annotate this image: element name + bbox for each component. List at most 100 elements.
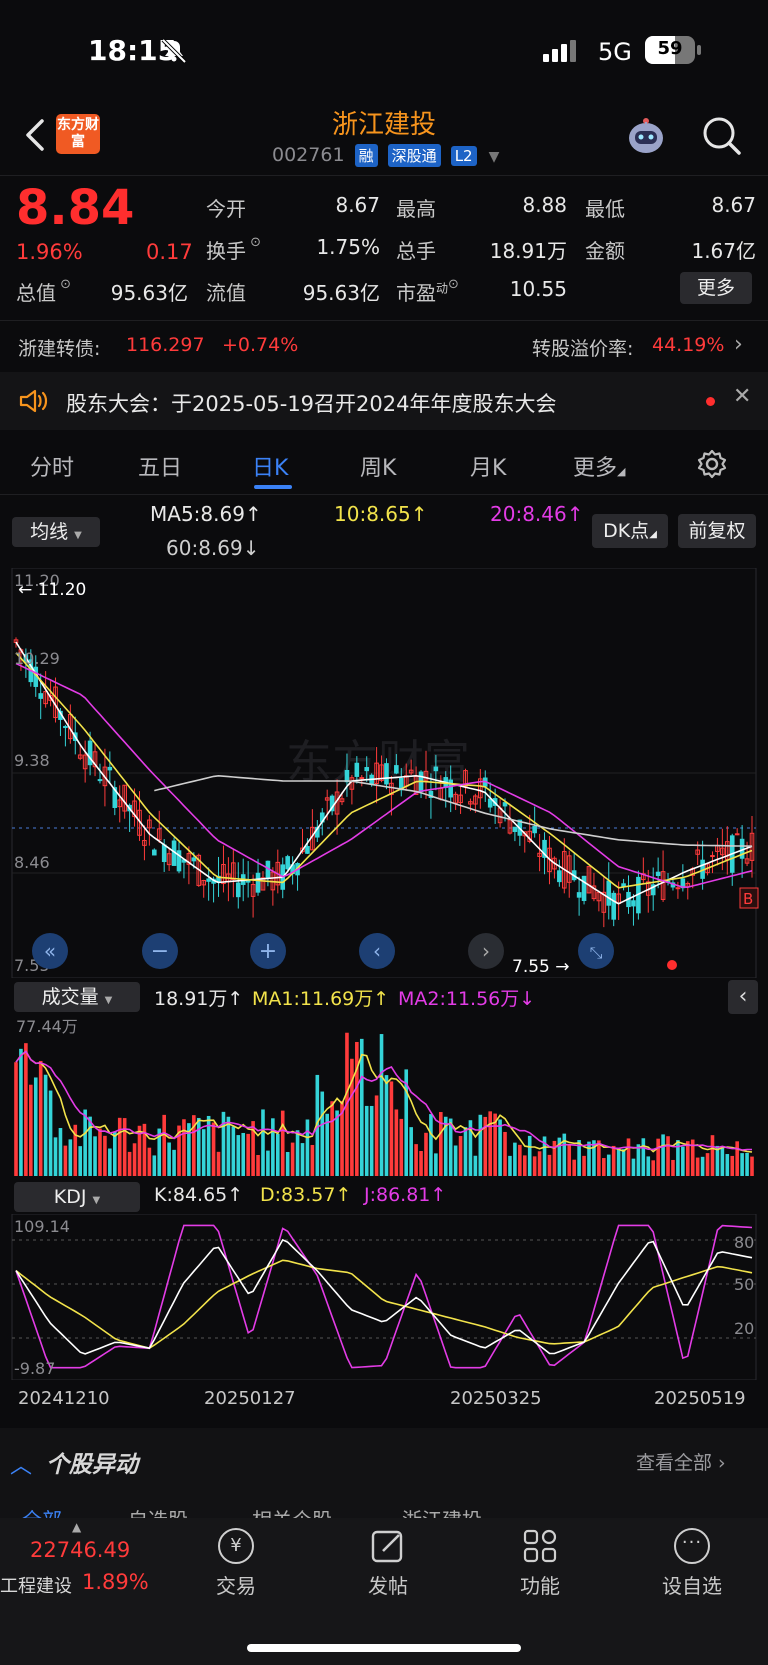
view-all-link[interactable]: 查看全部 › bbox=[636, 1448, 726, 1475]
volume-bar bbox=[666, 1136, 670, 1176]
kline-chart[interactable]: 东方财富 11.20 10.29 9.38 8.46 7.55 ← 11.20 … bbox=[0, 568, 768, 978]
volume-bar bbox=[429, 1114, 433, 1176]
subtab-related[interactable]: 相关个股 bbox=[252, 1504, 332, 1518]
volume-bar bbox=[582, 1155, 586, 1176]
tab-monthly-k[interactable]: 月K bbox=[470, 450, 506, 482]
zoom-in-button[interactable]: + bbox=[250, 933, 286, 969]
volume-bar bbox=[48, 1090, 53, 1176]
low-marker: 7.55 → bbox=[512, 957, 570, 977]
turnover-label[interactable]: 换手 ⊙ bbox=[206, 235, 261, 264]
signal-icon bbox=[543, 40, 579, 62]
tab-five-day[interactable]: 五日 bbox=[138, 450, 182, 482]
index-ticker[interactable]: ▲ 22746.49 工程建设 1.89% bbox=[0, 1518, 150, 1608]
kdj-axis-max: 109.14 bbox=[14, 1217, 70, 1236]
volume-bar bbox=[473, 1155, 478, 1176]
dk-point-button[interactable]: DK点◢ bbox=[592, 514, 668, 548]
kdj-selector[interactable]: KDJ ▼ bbox=[14, 1182, 140, 1212]
candle-body bbox=[502, 802, 508, 807]
volume-bar bbox=[330, 1101, 334, 1176]
kdj-chart: 109.14 -9.87 80 50 20 bbox=[11, 1214, 757, 1380]
stock-code-row[interactable]: 002761 融 深股通 L2 ▼ bbox=[272, 144, 499, 167]
tab-weekly-k[interactable]: 周K bbox=[360, 450, 396, 482]
premium-value: 44.19% bbox=[652, 334, 725, 356]
tag-l2: L2 bbox=[450, 145, 477, 166]
volume-bar bbox=[641, 1138, 646, 1176]
tab-intraday[interactable]: 分时 bbox=[30, 450, 74, 482]
volume-bar bbox=[671, 1159, 675, 1176]
robot-assistant-icon[interactable] bbox=[624, 114, 668, 158]
bond-row[interactable]: 浙建转债: 116.297 +0.74% 转股溢价率: 44.19% › bbox=[0, 322, 768, 370]
subtab-stock[interactable]: 浙江建投 bbox=[402, 1504, 482, 1518]
mktcap-label[interactable]: 总值 ⊙ bbox=[16, 277, 71, 306]
battery-icon: 59 bbox=[645, 36, 701, 64]
axis-price-lower: 8.46 bbox=[14, 853, 50, 872]
subtab-all[interactable]: 全部 bbox=[22, 1504, 62, 1518]
nav-add-watchlist-label: 设自选 bbox=[662, 1574, 722, 1598]
caret-icon: ▼ bbox=[104, 995, 113, 1006]
high-marker: ← 11.20 bbox=[18, 580, 86, 600]
volume-bar bbox=[24, 1043, 28, 1176]
volume-bar bbox=[611, 1145, 616, 1176]
caret-icon: ▼ bbox=[74, 530, 82, 541]
home-indicator[interactable] bbox=[247, 1644, 521, 1652]
volume-bar bbox=[384, 1075, 389, 1176]
collapse-panel-button[interactable]: ‹ bbox=[728, 980, 758, 1014]
scroll-left-button[interactable]: ‹ bbox=[359, 933, 395, 969]
candle-body bbox=[631, 900, 636, 907]
axis-price-upper: 10.29 bbox=[14, 649, 60, 668]
candle-body bbox=[433, 766, 439, 772]
search-icon[interactable] bbox=[702, 116, 742, 156]
date-label-3: 20250325 bbox=[450, 1388, 542, 1409]
volume-bar bbox=[300, 1143, 305, 1176]
adjust-button[interactable]: 前复权 bbox=[678, 514, 756, 548]
active-tab-indicator bbox=[254, 485, 292, 489]
nav-trade[interactable]: ¥ 交易 bbox=[186, 1528, 286, 1608]
volume-axis-max: 77.44万 bbox=[16, 1017, 78, 1036]
subtab-watchlist[interactable]: 自选股 bbox=[128, 1504, 188, 1518]
tag-connect: 深股通 bbox=[387, 144, 441, 167]
volume-bar bbox=[310, 1144, 315, 1176]
notice-banner[interactable]: 股东大会：于2025-05-19召开2024年年度股东大会 ✕ bbox=[0, 372, 768, 430]
volume-bars bbox=[14, 1032, 754, 1176]
candle-body bbox=[255, 872, 261, 893]
scroll-left-fast-button[interactable]: « bbox=[32, 933, 68, 969]
settings-icon[interactable] bbox=[696, 448, 728, 480]
collapse-up-icon[interactable]: ︿ bbox=[10, 1448, 32, 1480]
volume-bar bbox=[112, 1131, 117, 1176]
bottom-subtabs: 全部 自选股 相关个股 浙江建投 bbox=[0, 1500, 768, 1518]
volume-bar bbox=[33, 1077, 38, 1176]
nav-add-watchlist[interactable]: ··· 设自选 bbox=[642, 1528, 742, 1608]
more-button[interactable]: 更多 bbox=[680, 272, 752, 304]
nav-features-label: 功能 bbox=[520, 1574, 560, 1598]
candle-body bbox=[107, 766, 113, 771]
low-label: 最低 bbox=[585, 197, 625, 221]
axis-price-mid: 9.38 bbox=[14, 751, 50, 770]
kdj-k-value: K:84.65↑ bbox=[154, 1184, 244, 1206]
nav-post[interactable]: 发帖 bbox=[338, 1528, 438, 1608]
pe-label[interactable]: 市盈动⊙ bbox=[396, 277, 459, 306]
fullscreen-button[interactable]: ⤡ bbox=[578, 933, 614, 969]
scroll-right-button[interactable]: › bbox=[468, 933, 504, 969]
tab-more[interactable]: 更多◢ bbox=[573, 450, 625, 482]
amount-value: 1.67亿 bbox=[691, 239, 756, 263]
volume-selector[interactable]: 成交量 ▼ bbox=[14, 982, 140, 1012]
candle-body bbox=[206, 878, 211, 882]
nav-features[interactable]: 功能 bbox=[490, 1528, 590, 1608]
volume-bar bbox=[720, 1146, 725, 1176]
close-icon[interactable]: ✕ bbox=[733, 384, 751, 409]
volume-bar bbox=[290, 1142, 295, 1176]
ma-selector[interactable]: 均线 ▼ bbox=[12, 517, 100, 547]
volume-bar bbox=[172, 1149, 176, 1176]
bond-label: 浙建转债: bbox=[18, 338, 101, 360]
chevron-right-icon: › bbox=[734, 332, 743, 357]
tab-daily-k[interactable]: 日K bbox=[252, 450, 288, 482]
candle-body bbox=[235, 882, 241, 898]
caret-icon: ◢ bbox=[617, 465, 626, 478]
zoom-out-button[interactable]: − bbox=[142, 933, 178, 969]
volume-bar bbox=[681, 1146, 685, 1176]
volume-bar bbox=[221, 1111, 226, 1176]
volume-bar bbox=[285, 1151, 290, 1176]
volume-bar bbox=[725, 1154, 730, 1176]
volume-bar bbox=[458, 1136, 463, 1176]
caret-icon: ▼ bbox=[92, 1195, 101, 1206]
